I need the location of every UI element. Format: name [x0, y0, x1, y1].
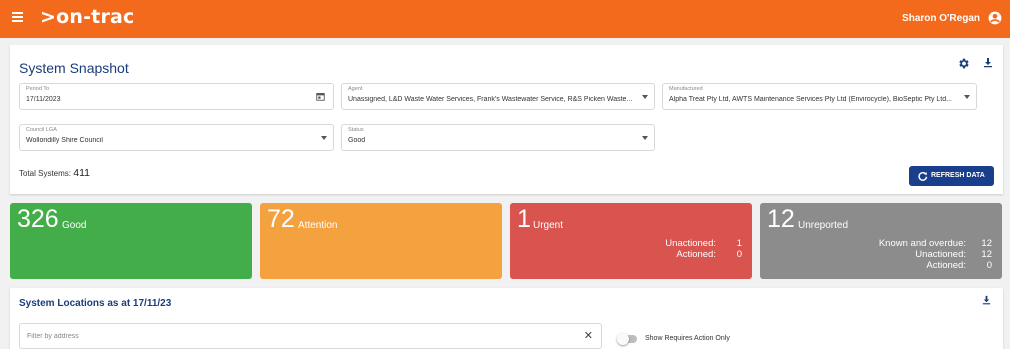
- manufactured-label: Manufactured: [669, 86, 703, 92]
- refresh-icon: [918, 171, 928, 181]
- system-locations-card: System Locations as at 17/11/23 ✕ Show R…: [10, 288, 1003, 349]
- urgent-breakdown: Unactioned: 1 Actioned: 0: [665, 238, 742, 260]
- council-lga-select[interactable]: Council LGA Wollondilly Shire Council: [19, 124, 334, 151]
- top-app-bar: >on-trac Sharon O'Regan: [0, 0, 1010, 38]
- urgent-row: Actioned: 0: [665, 249, 742, 260]
- row-value: 12: [981, 238, 992, 249]
- address-filter-input[interactable]: [20, 324, 580, 348]
- refresh-data-label: REFRESH DATA: [931, 172, 985, 179]
- period-to-field[interactable]: Period To 17/11/2023: [19, 83, 334, 110]
- period-to-value: 17/11/2023: [26, 96, 61, 103]
- locations-title: System Locations as at 17/11/23: [19, 298, 172, 309]
- status-label: Status: [348, 127, 364, 133]
- unreported-row: Unactioned: 12: [879, 249, 992, 260]
- chevron-down-icon[interactable]: [642, 95, 648, 99]
- system-snapshot-card: System Snapshot Period To 17/11/2023 Age…: [10, 45, 1003, 194]
- address-filter-field: ✕: [19, 323, 602, 349]
- attention-count: 72: [267, 205, 295, 233]
- account-circle-icon[interactable]: [988, 11, 1002, 25]
- snapshot-title: System Snapshot: [19, 60, 129, 76]
- urgent-label: Urgent: [533, 220, 564, 231]
- requires-action-toggle[interactable]: [617, 333, 637, 345]
- row-key: Known and overdue:: [878, 238, 966, 249]
- download-icon[interactable]: [982, 56, 994, 69]
- agent-value: Unassigned, L&D Waste Water Services, Fr…: [348, 96, 633, 103]
- period-to-label: Period To: [26, 86, 50, 92]
- good-tile[interactable]: 326 Good: [10, 203, 252, 279]
- row-value: 0: [736, 249, 742, 260]
- attention-tile[interactable]: 72 Attention: [260, 203, 502, 279]
- council-lga-label: Council LGA: [26, 127, 57, 133]
- attention-label: Attention: [298, 220, 338, 231]
- chevron-down-icon[interactable]: [642, 136, 648, 140]
- urgent-count: 1: [517, 205, 531, 233]
- close-icon[interactable]: ✕: [584, 329, 593, 342]
- manufactured-select[interactable]: Manufactured Alpha Treat Pty Ltd, AWTS M…: [662, 83, 977, 110]
- status-value: Good: [348, 137, 366, 144]
- good-count: 326: [17, 205, 59, 233]
- row-value: 0: [986, 260, 992, 271]
- gear-icon[interactable]: [957, 57, 970, 70]
- chevron-down-icon[interactable]: [964, 95, 970, 99]
- agent-select[interactable]: Agent Unassigned, L&D Waste Water Servic…: [341, 83, 655, 110]
- row-key: Actioned:: [926, 260, 966, 271]
- unreported-count: 12: [767, 205, 795, 233]
- user-name[interactable]: Sharon O'Regan: [902, 13, 980, 24]
- row-key: Unactioned:: [665, 238, 716, 249]
- urgent-tile[interactable]: 1 Urgent Unactioned: 1 Actioned: 0: [510, 203, 752, 279]
- unreported-row: Actioned: 0: [879, 260, 992, 271]
- toggle-knob: [617, 333, 629, 345]
- requires-action-label: Show Requires Action Only: [645, 335, 730, 342]
- menu-icon[interactable]: [12, 12, 23, 22]
- app-logo[interactable]: >on-trac: [40, 6, 135, 28]
- total-systems-label: Total Systems:: [19, 169, 72, 178]
- total-systems-value: 411: [73, 167, 90, 179]
- manufactured-value: Alpha Treat Pty Ltd, AWTS Maintenance Se…: [669, 96, 952, 103]
- refresh-data-button[interactable]: REFRESH DATA: [909, 166, 994, 186]
- row-key: Unactioned:: [915, 249, 966, 260]
- download-icon[interactable]: [981, 294, 992, 306]
- unreported-label: Unreported: [798, 220, 849, 231]
- unreported-breakdown: Known and overdue: 12 Unactioned: 12 Act…: [879, 238, 992, 271]
- unreported-row: Known and overdue: 12: [879, 238, 992, 249]
- row-value: 12: [981, 249, 992, 260]
- calendar-icon[interactable]: [316, 92, 325, 101]
- agent-label: Agent: [348, 86, 363, 92]
- row-value: 1: [736, 238, 742, 249]
- urgent-row: Unactioned: 1: [665, 238, 742, 249]
- council-lga-value: Wollondilly Shire Council: [26, 137, 103, 144]
- total-systems: Total Systems: 411: [19, 167, 90, 179]
- unreported-tile[interactable]: 12 Unreported Known and overdue: 12 Unac…: [760, 203, 1002, 279]
- good-label: Good: [62, 220, 87, 231]
- row-key: Actioned:: [676, 249, 716, 260]
- status-select[interactable]: Status Good: [341, 124, 655, 151]
- chevron-down-icon[interactable]: [321, 136, 327, 140]
